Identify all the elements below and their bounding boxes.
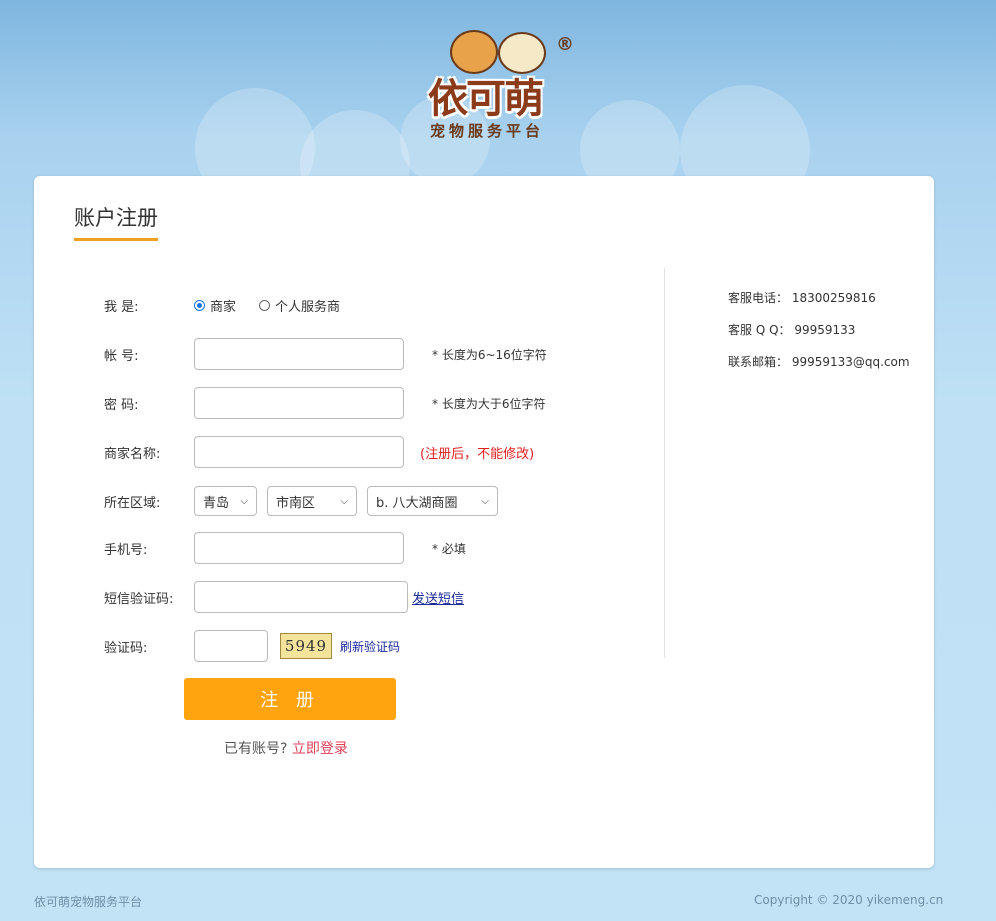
zone-select[interactable]: b. 八大湖商圈 ⌵ (367, 486, 498, 516)
captcha-row: 验证码: 5949 刷新验证码 (104, 629, 604, 663)
contact-phone: 客服电话： 18300259816 (728, 291, 876, 305)
merchant-name-input[interactable] (194, 436, 404, 468)
login-prompt-text: 已有账号? (224, 741, 288, 757)
header-banner: ® 依可萌 宠物服务平台 (0, 0, 996, 176)
region-label: 所在区域: (104, 495, 161, 511)
region-row: 所在区域: 青岛 ⌵ 市南区 ⌵ b. 八大湖商圈 ⌵ (104, 484, 604, 518)
captcha-label: 验证码: (104, 640, 148, 656)
phone-input[interactable] (194, 532, 404, 564)
password-input[interactable] (194, 387, 404, 419)
captcha-image[interactable]: 5949 (280, 633, 332, 659)
role-label: 我 是: (104, 299, 139, 315)
district-select-value: 市南区 (276, 495, 316, 511)
radio-merchant-label: 商家 (210, 299, 237, 315)
radio-individual-label: 个人服务商 (275, 299, 341, 315)
phone-label: 手机号: (104, 542, 148, 558)
account-input[interactable] (194, 338, 404, 370)
site-logo[interactable]: ® 依可萌 宠物服务平台 (420, 28, 590, 140)
radio-unselected-icon[interactable] (259, 299, 270, 311)
sms-code-label: 短信验证码: (104, 591, 174, 607)
cloud-decoration (580, 100, 680, 176)
sms-code-row: 短信验证码: 发送短信 (104, 580, 604, 614)
contact-email: 联系邮箱： 99959133@qq.com (728, 355, 910, 369)
logo-wordmark: 依可萌 (428, 76, 544, 122)
city-select[interactable]: 青岛 ⌵ (194, 486, 257, 516)
cloud-decoration (195, 88, 315, 176)
vertical-divider (664, 268, 665, 658)
phone-row: 手机号: * 必填 (104, 531, 604, 565)
page-title: 账户注册 (74, 202, 158, 241)
contact-qq: 客服 Q Q： 99959133 (728, 323, 856, 337)
footer-copyright: Copyright © 2020 yikemeng.cn (754, 893, 944, 907)
footer-site-name: 依可萌宠物服务平台 (34, 895, 143, 909)
password-row: 密 码: * 长度为大于6位字符 (104, 386, 604, 420)
cloud-decoration (300, 110, 410, 176)
sms-code-input[interactable] (194, 581, 408, 613)
role-row: 我 是: 商家 个人服务商 (104, 288, 604, 322)
send-sms-link[interactable]: 发送短信 (412, 588, 464, 607)
refresh-captcha-link[interactable]: 刷新验证码 (340, 638, 400, 655)
account-hint: * 长度为6~16位字符 (432, 347, 547, 362)
district-select[interactable]: 市南区 ⌵ (267, 486, 357, 516)
register-card: 账户注册 我 是: 商家 个人服务商 帐 号: * 长度为6~16位字符 密 码… (34, 176, 934, 868)
radio-selected-icon[interactable] (194, 299, 205, 311)
radio-merchant[interactable]: 商家 (194, 296, 236, 315)
city-select-value: 青岛 (203, 495, 230, 511)
chevron-down-icon: ⌵ (240, 495, 248, 507)
radio-individual[interactable]: 个人服务商 (259, 296, 340, 315)
password-hint: * 长度为大于6位字符 (432, 396, 546, 411)
chevron-down-icon: ⌵ (340, 495, 348, 507)
login-prompt: 已有账号? 立即登录 (224, 738, 348, 758)
password-label: 密 码: (104, 397, 139, 413)
chevron-down-icon: ⌵ (481, 495, 489, 507)
register-button[interactable]: 注 册 (184, 678, 396, 720)
logo-slogan: 宠物服务平台 (430, 122, 545, 140)
account-label: 帐 号: (104, 348, 139, 364)
captcha-input[interactable] (194, 630, 268, 662)
merchant-name-label: 商家名称: (104, 446, 161, 462)
zone-select-value: b. 八大湖商圈 (376, 495, 458, 511)
login-link[interactable]: 立即登录 (292, 741, 348, 757)
phone-hint: * 必填 (432, 541, 466, 556)
registered-mark: ® (556, 34, 574, 55)
merchant-name-warning: (注册后，不能修改) (420, 446, 535, 462)
cloud-decoration (680, 85, 810, 176)
merchant-name-row: 商家名称: (注册后，不能修改) (104, 435, 604, 469)
account-row: 帐 号: * 长度为6~16位字符 (104, 337, 604, 371)
